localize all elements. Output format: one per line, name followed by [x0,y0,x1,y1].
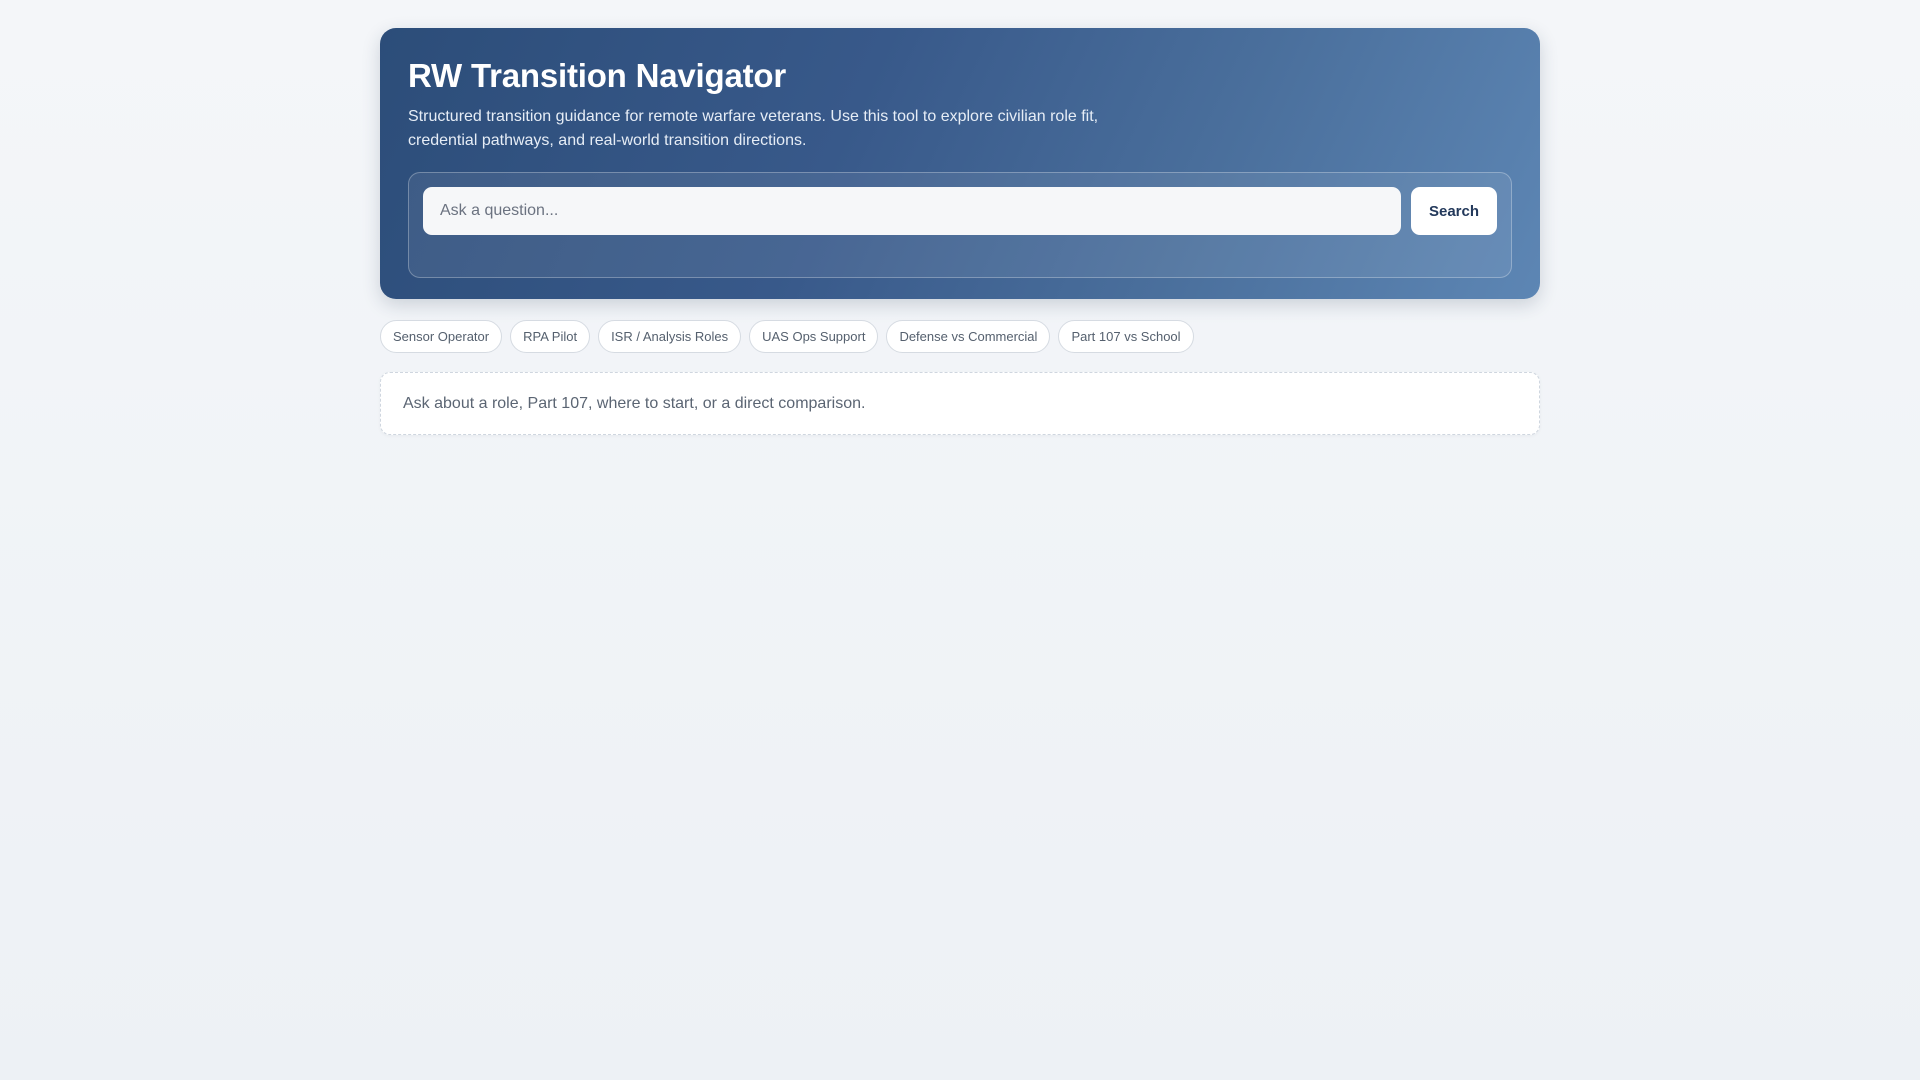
chip-rpa-pilot[interactable]: RPA Pilot [510,320,591,353]
app-container: RW Transition Navigator Structured trans… [380,28,1540,435]
search-input[interactable] [423,187,1401,235]
result-hint: Ask about a role, Part 107, where to sta… [403,394,866,412]
page-title: RW Transition Navigator [408,57,787,94]
quick-topic-chips: Sensor Operator RPA Pilot ISR / Analysis… [380,320,1540,353]
search-panel: Search [408,172,1512,278]
page-subtitle: Structured transition guidance for remot… [408,108,1099,149]
result-panel: Ask about a role, Part 107, where to sta… [380,372,1540,435]
search-button[interactable]: Search [1411,187,1497,235]
chip-uas-ops-support[interactable]: UAS Ops Support [749,320,879,353]
chip-isr-analysis-roles[interactable]: ISR / Analysis Roles [598,320,742,353]
chip-defense-vs-commercial[interactable]: Defense vs Commercial [886,320,1051,353]
hero-header: RW Transition Navigator Structured trans… [380,28,1540,299]
chip-part-107-vs-school[interactable]: Part 107 vs School [1058,320,1194,353]
chip-sensor-operator[interactable]: Sensor Operator [380,320,503,353]
